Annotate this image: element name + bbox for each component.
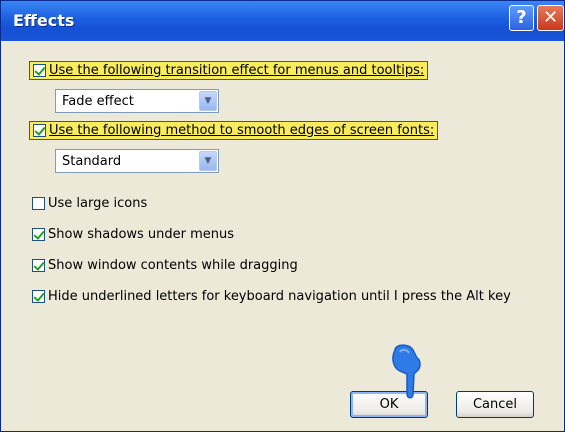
smooth-fonts-label: Use the following method to smooth edges… bbox=[49, 123, 435, 138]
smooth-fonts-checkbox[interactable] bbox=[33, 124, 46, 137]
check-icon bbox=[33, 228, 45, 240]
smooth-fonts-option[interactable]: Use the following method to smooth edges… bbox=[29, 121, 439, 140]
dialog-title: Effects bbox=[13, 11, 75, 30]
effects-dialog: Effects ? ✕ Use the following transition… bbox=[0, 0, 565, 432]
check-icon bbox=[34, 124, 46, 136]
title-bar[interactable]: Effects ? ✕ bbox=[1, 1, 564, 41]
check-icon bbox=[33, 290, 45, 302]
chevron-down-icon[interactable]: ▼ bbox=[199, 151, 217, 171]
help-button[interactable]: ? bbox=[509, 5, 534, 31]
transition-effect-option[interactable]: Use the following transition effect for … bbox=[29, 61, 429, 80]
check-icon bbox=[33, 259, 45, 271]
hide-underlines-option[interactable]: Hide underlined letters for keyboard nav… bbox=[32, 289, 511, 304]
dialog-content: Use the following transition effect for … bbox=[1, 41, 564, 431]
close-icon: ✕ bbox=[542, 7, 559, 28]
help-icon: ? bbox=[516, 7, 527, 28]
drag-contents-label: Show window contents while dragging bbox=[48, 258, 298, 273]
smooth-fonts-value: Standard bbox=[62, 154, 122, 169]
drag-contents-option[interactable]: Show window contents while dragging bbox=[32, 258, 298, 273]
transition-effect-checkbox[interactable] bbox=[33, 64, 46, 77]
cancel-button[interactable]: Cancel bbox=[456, 391, 534, 418]
close-button[interactable]: ✕ bbox=[537, 5, 564, 31]
transition-effect-label: Use the following transition effect for … bbox=[49, 63, 425, 78]
hand-pointer-icon bbox=[392, 344, 421, 399]
shadows-option[interactable]: Show shadows under menus bbox=[32, 227, 234, 242]
shadows-label: Show shadows under menus bbox=[48, 227, 235, 242]
large-icons-option[interactable]: Use large icons bbox=[32, 196, 147, 211]
transition-effect-select[interactable]: Fade effect ▼ bbox=[55, 89, 219, 113]
transition-effect-value: Fade effect bbox=[62, 94, 134, 109]
large-icons-label: Use large icons bbox=[48, 196, 148, 211]
hide-underlines-label: Hide underlined letters for keyboard nav… bbox=[48, 289, 511, 304]
smooth-fonts-select[interactable]: Standard ▼ bbox=[55, 149, 219, 173]
hide-underlines-checkbox[interactable] bbox=[32, 290, 45, 303]
drag-contents-checkbox[interactable] bbox=[32, 259, 45, 272]
chevron-down-icon[interactable]: ▼ bbox=[199, 91, 217, 111]
large-icons-checkbox[interactable] bbox=[32, 197, 45, 210]
check-icon bbox=[34, 64, 46, 76]
shadows-checkbox[interactable] bbox=[32, 228, 45, 241]
